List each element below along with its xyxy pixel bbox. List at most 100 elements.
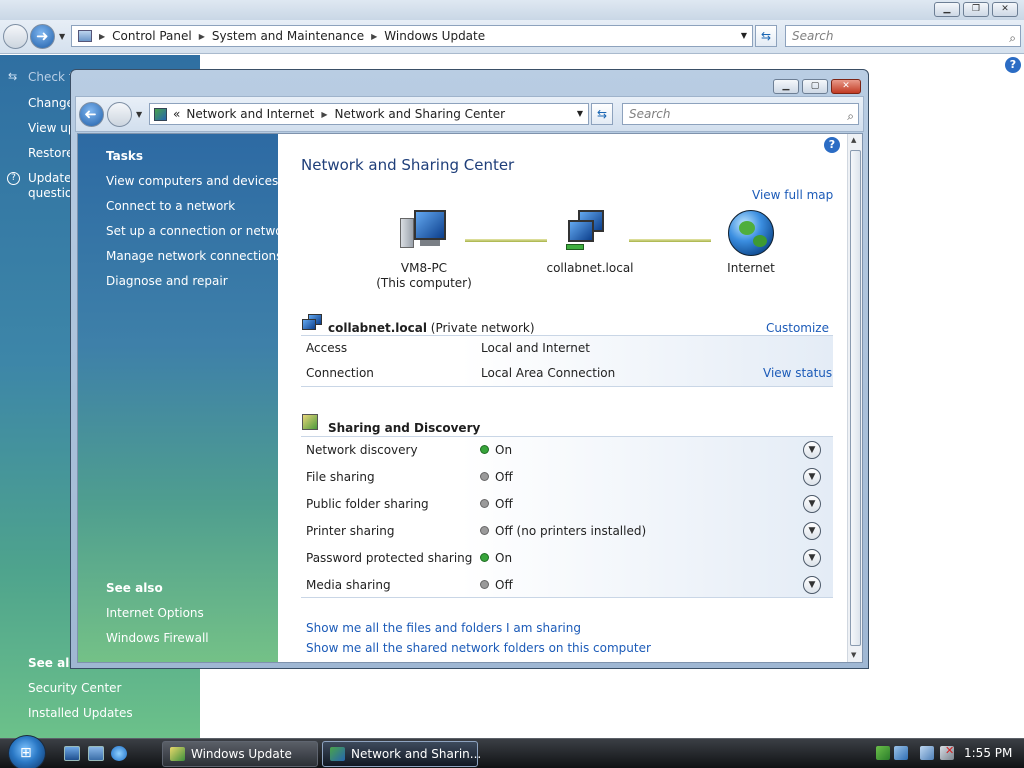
sharing-row-status: Off (no printers installed) (481, 524, 646, 538)
customize-link[interactable]: Customize (766, 321, 829, 335)
sharing-row-status: Off (481, 497, 513, 511)
recent-pages-chevron-icon[interactable]: ▼ (59, 32, 65, 41)
task-manage-connections[interactable]: Manage network connections (106, 249, 282, 263)
refresh-button[interactable]: ⇆ (591, 103, 613, 125)
maximize-button[interactable]: ▢ (802, 79, 828, 94)
bg-help-icon[interactable]: ? (1005, 57, 1021, 73)
tray-security-icon[interactable] (894, 746, 908, 760)
connection-label: Connection (306, 366, 374, 380)
sharing-row-status-text: On (495, 443, 513, 457)
bg-breadcrumb-item[interactable]: System and Maintenance (212, 29, 364, 43)
task-connect-network[interactable]: Connect to a network (106, 199, 235, 213)
taskbar-windows-update-button[interactable]: Windows Update (162, 741, 318, 767)
expand-chevron-icon[interactable]: ▼ (803, 495, 821, 513)
bg-task-link[interactable]: Change (28, 96, 74, 110)
computer-icon[interactable] (400, 210, 448, 254)
address-bar[interactable]: « Network and Internet ▶ Network and Sha… (149, 103, 589, 125)
task-diagnose-repair[interactable]: Diagnose and repair (106, 274, 228, 288)
minimize-button[interactable]: ▁ (773, 79, 799, 94)
sharing-row-label: File sharing (306, 470, 375, 484)
view-full-map-link[interactable]: View full map (752, 188, 833, 202)
scroll-down-icon[interactable]: ▼ (851, 651, 856, 659)
status-on-icon (481, 446, 488, 453)
switch-windows-icon[interactable] (88, 746, 104, 761)
expand-chevron-icon[interactable]: ▼ (803, 441, 821, 459)
bg-search-input[interactable]: Search ⌕ (785, 25, 1021, 47)
task-view-computers[interactable]: View computers and devices (106, 174, 278, 188)
breadcrumb-item[interactable]: Network and Internet (186, 107, 314, 121)
network-devices-icon[interactable] (566, 210, 614, 254)
scroll-up-icon[interactable]: ▲ (851, 136, 856, 144)
bg-forward-button[interactable]: ➜ (30, 24, 55, 49)
sharing-row-status-text: Off (495, 578, 513, 592)
task-setup-connection[interactable]: Set up a connection or network (106, 224, 294, 238)
internet-globe-icon[interactable] (728, 210, 774, 256)
sharing-row-label: Public folder sharing (306, 497, 429, 511)
search-icon[interactable]: ⌕ (847, 106, 854, 126)
expand-chevron-icon[interactable]: ▼ (803, 468, 821, 486)
status-off-icon (481, 527, 488, 534)
see-also-windows-firewall[interactable]: Windows Firewall (106, 631, 209, 645)
bg-title-bar: ▁ ❐ ✕ (0, 0, 1024, 20)
bg-see-also-link[interactable]: Security Center (28, 681, 121, 695)
address-dropdown-icon[interactable]: ▼ (741, 31, 747, 40)
bg-restore-button[interactable]: ❐ (963, 2, 989, 17)
sharing-row-status-text: Off (495, 497, 513, 511)
forward-button[interactable] (107, 102, 132, 127)
breadcrumb-overflow-icon[interactable]: « (173, 107, 180, 121)
sharing-heading: Sharing and Discovery (328, 421, 481, 435)
view-status-link[interactable]: View status (763, 366, 832, 380)
show-desktop-icon[interactable] (64, 746, 80, 761)
connector-line (629, 239, 711, 242)
bg-breadcrumb-item[interactable]: Windows Update (384, 29, 485, 43)
bg-address-bar[interactable]: ▶ Control Panel ▶ System and Maintenance… (71, 25, 753, 47)
bg-refresh-button[interactable]: ⇆ (755, 25, 777, 47)
sharing-row-status: Off (481, 470, 513, 484)
expand-chevron-icon[interactable]: ▼ (803, 522, 821, 540)
bg-close-button[interactable]: ✕ (992, 2, 1018, 17)
network-details-box: Access Local and Internet Connection Loc… (301, 335, 833, 387)
bg-breadcrumb-item[interactable]: Control Panel (112, 29, 192, 43)
vertical-scrollbar[interactable]: ▲ ▼ (847, 134, 862, 662)
network-name-label: collabnet.local (546, 261, 634, 275)
bg-task-link[interactable]: View up (28, 121, 76, 135)
close-button[interactable]: ✕ (831, 79, 861, 94)
internet-explorer-icon[interactable] (111, 746, 127, 761)
chevron-right-icon: ▶ (198, 31, 205, 41)
system-clock[interactable]: 1:55 PM (964, 746, 1012, 760)
search-icon[interactable]: ⌕ (1009, 28, 1016, 48)
bg-back-button[interactable] (3, 24, 28, 49)
tray-windows-update-icon[interactable] (876, 746, 890, 760)
taskbar-button-label: Network and Sharin... (351, 747, 482, 761)
show-shared-files-link[interactable]: Show me all the files and folders I am s… (306, 621, 581, 635)
recent-pages-chevron-icon[interactable]: ▼ (136, 110, 142, 119)
breadcrumb-item[interactable]: Network and Sharing Center (334, 107, 505, 121)
taskbar-network-sharing-button[interactable]: Network and Sharin... (322, 741, 482, 767)
search-input[interactable]: Search ⌕ (622, 103, 859, 125)
expand-chevron-icon[interactable]: ▼ (803, 549, 821, 567)
expand-chevron-icon[interactable]: ▼ (803, 576, 821, 594)
tasks-pane: Tasks View computers and devices Connect… (78, 134, 294, 662)
sharing-row-status-text: Off (495, 470, 513, 484)
start-button[interactable]: ⊞ (8, 735, 46, 768)
navigation-bar: ➜ ▼ « Network and Internet ▶ Network and… (75, 96, 864, 132)
network-status-icon (302, 314, 324, 332)
taskbar-button-label: Windows Update (191, 747, 292, 761)
show-shared-folders-link[interactable]: Show me all the shared network folders o… (306, 641, 651, 655)
back-button[interactable]: ➜ (79, 102, 104, 127)
refresh-icon: ⇆ (596, 107, 608, 121)
bg-task-link[interactable]: Check f (28, 70, 73, 84)
tray-network-icon[interactable] (920, 746, 934, 760)
bg-task-link[interactable]: questio (28, 186, 72, 200)
help-icon[interactable]: ? (824, 137, 840, 153)
access-value: Local and Internet (481, 341, 590, 355)
tray-volume-muted-icon[interactable]: ✕ (940, 744, 954, 760)
bg-task-link[interactable]: Update (28, 171, 71, 185)
bg-see-also-link[interactable]: Installed Updates (28, 706, 133, 720)
status-off-icon (481, 500, 488, 507)
bg-task-link[interactable]: Restore (28, 146, 74, 160)
see-also-internet-options[interactable]: Internet Options (106, 606, 204, 620)
bg-minimize-button[interactable]: ▁ (934, 2, 960, 17)
address-dropdown-icon[interactable]: ▼ (577, 109, 583, 118)
scrollbar-thumb[interactable] (850, 150, 861, 646)
